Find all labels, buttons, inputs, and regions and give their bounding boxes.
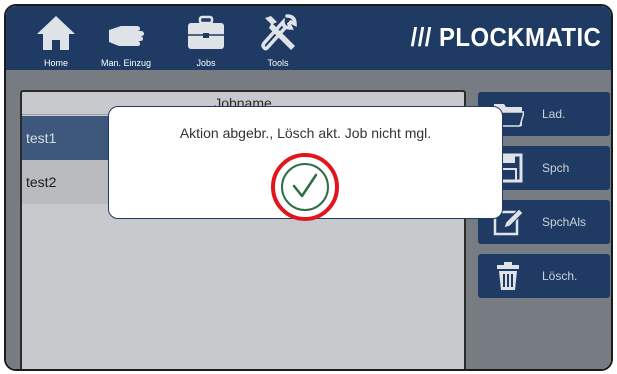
home-icon [37,16,75,50]
tools-icon [261,14,297,51]
trash-icon [497,262,519,290]
save-as-button-label: SpchAls [542,215,587,229]
nav-manual-feed-label: Man. Einzug [100,58,152,68]
delete-button[interactable]: Lösch. [478,254,610,298]
top-navigation-bar: Home Man. Einzug Jobs Tools /// PLOCKMAT… [6,6,611,70]
dialog-message: Aktion abgebr., Lösch akt. Job nicht mgl… [179,125,432,141]
nav-home-label: Home [43,58,68,68]
nav-manual-feed-button[interactable]: Man. Einzug [90,6,162,70]
nav-home-button[interactable]: Home [20,6,92,70]
nav-tools-label: Tools [267,58,289,68]
nav-tools-button[interactable]: Tools [242,6,314,70]
load-button-label: Lad. [542,107,566,121]
save-button-label: Spch [542,161,570,175]
nav-jobs-label: Jobs [196,58,216,68]
checkmark-icon [271,153,339,221]
nav-jobs-button[interactable]: Jobs [170,6,242,70]
hand-icon [109,26,144,46]
briefcase-icon [188,15,224,49]
delete-button-label: Lösch. [542,269,578,283]
dialog-ok-button[interactable] [269,151,341,223]
plockmatic-logo: /// PLOCKMATIC [410,22,601,52]
